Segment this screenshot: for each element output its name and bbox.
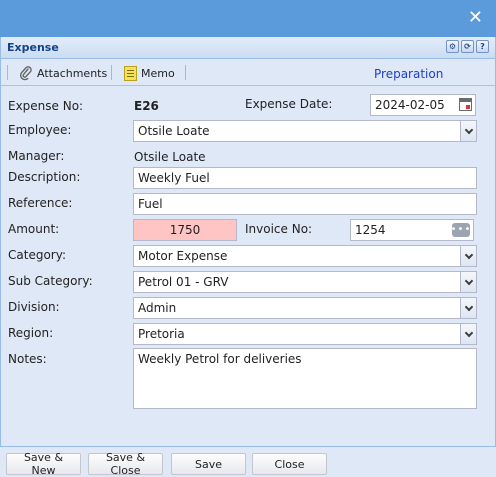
- chevron-down-icon[interactable]: [460, 121, 476, 141]
- toolbar-separator: [185, 65, 186, 80]
- region-label: Region:: [8, 326, 54, 340]
- reference-label: Reference:: [8, 196, 73, 210]
- toolbar-separator: [111, 65, 112, 80]
- employee-value: Otsile Loate: [138, 124, 210, 138]
- attachments-label: Attachments: [37, 66, 108, 80]
- calendar-icon[interactable]: [459, 98, 472, 111]
- toolbar-separator: [7, 65, 8, 80]
- memo-icon: [124, 65, 137, 81]
- amount-input[interactable]: [133, 219, 237, 241]
- employee-label: Employee:: [8, 123, 72, 137]
- description-input[interactable]: [133, 167, 477, 189]
- region-select[interactable]: Pretoria: [133, 323, 477, 345]
- sub-category-value: Petrol 01 - GRV: [138, 275, 229, 289]
- expense-date-field[interactable]: 2024-02-05: [370, 94, 476, 116]
- division-label: Division:: [8, 300, 60, 314]
- help-icon[interactable]: ?: [476, 40, 489, 53]
- amount-label: Amount:: [8, 222, 60, 236]
- paperclip-icon: [19, 66, 32, 81]
- panel-tools: ⚙ ⟳ ?: [446, 40, 489, 53]
- manager-label: Manager:: [8, 149, 65, 163]
- invoice-no-label: Invoice No:: [245, 222, 313, 236]
- notes-label: Notes:: [8, 352, 47, 366]
- close-icon[interactable]: ✕: [468, 9, 483, 27]
- status-label: Preparation: [374, 67, 444, 81]
- expense-date-label: Expense Date:: [245, 97, 333, 111]
- employee-select[interactable]: Otsile Loate: [133, 120, 477, 142]
- manager-value: Otsile Loate: [134, 150, 206, 164]
- memo-button[interactable]: Memo: [124, 64, 175, 82]
- description-label: Description:: [8, 170, 81, 184]
- division-value: Admin: [138, 301, 177, 315]
- category-value: Motor Expense: [138, 249, 228, 263]
- chevron-down-icon[interactable]: [460, 298, 476, 318]
- chevron-down-icon[interactable]: [460, 272, 476, 292]
- save-new-button[interactable]: Save & New: [6, 451, 81, 477]
- window-titlebar: ✕: [0, 0, 496, 37]
- expense-no-value: E26: [134, 99, 159, 113]
- category-label: Category:: [8, 248, 66, 262]
- gear-icon[interactable]: ⚙: [446, 40, 459, 53]
- sub-category-select[interactable]: Petrol 01 - GRV: [133, 271, 477, 293]
- region-value: Pretoria: [138, 327, 185, 341]
- division-select[interactable]: Admin: [133, 297, 477, 319]
- panel-title: Expense: [7, 41, 59, 54]
- expense-date-value: 2024-02-05: [375, 98, 445, 112]
- close-button[interactable]: Close: [252, 453, 327, 475]
- attachments-button[interactable]: Attachments: [19, 64, 107, 82]
- expense-no-label: Expense No:: [8, 99, 84, 113]
- category-select[interactable]: Motor Expense: [133, 245, 477, 267]
- chevron-down-icon[interactable]: [460, 246, 476, 266]
- toolbar: Attachments Memo Preparation: [1, 60, 495, 86]
- notes-textarea[interactable]: Weekly Petrol for deliveries: [133, 348, 477, 409]
- panel-header: Expense ⚙ ⟳ ?: [1, 37, 495, 59]
- sub-category-label: Sub Category:: [8, 274, 93, 288]
- chevron-down-icon[interactable]: [460, 324, 476, 344]
- memo-label: Memo: [141, 66, 175, 80]
- invoice-no-field[interactable]: 1254 •••: [350, 219, 474, 241]
- refresh-icon[interactable]: ⟳: [461, 40, 474, 53]
- save-button[interactable]: Save: [171, 453, 246, 475]
- reference-input[interactable]: [133, 193, 477, 215]
- save-close-button[interactable]: Save & Close: [88, 451, 163, 477]
- invoice-no-value: 1254: [355, 223, 386, 237]
- more-icon[interactable]: •••: [451, 223, 470, 237]
